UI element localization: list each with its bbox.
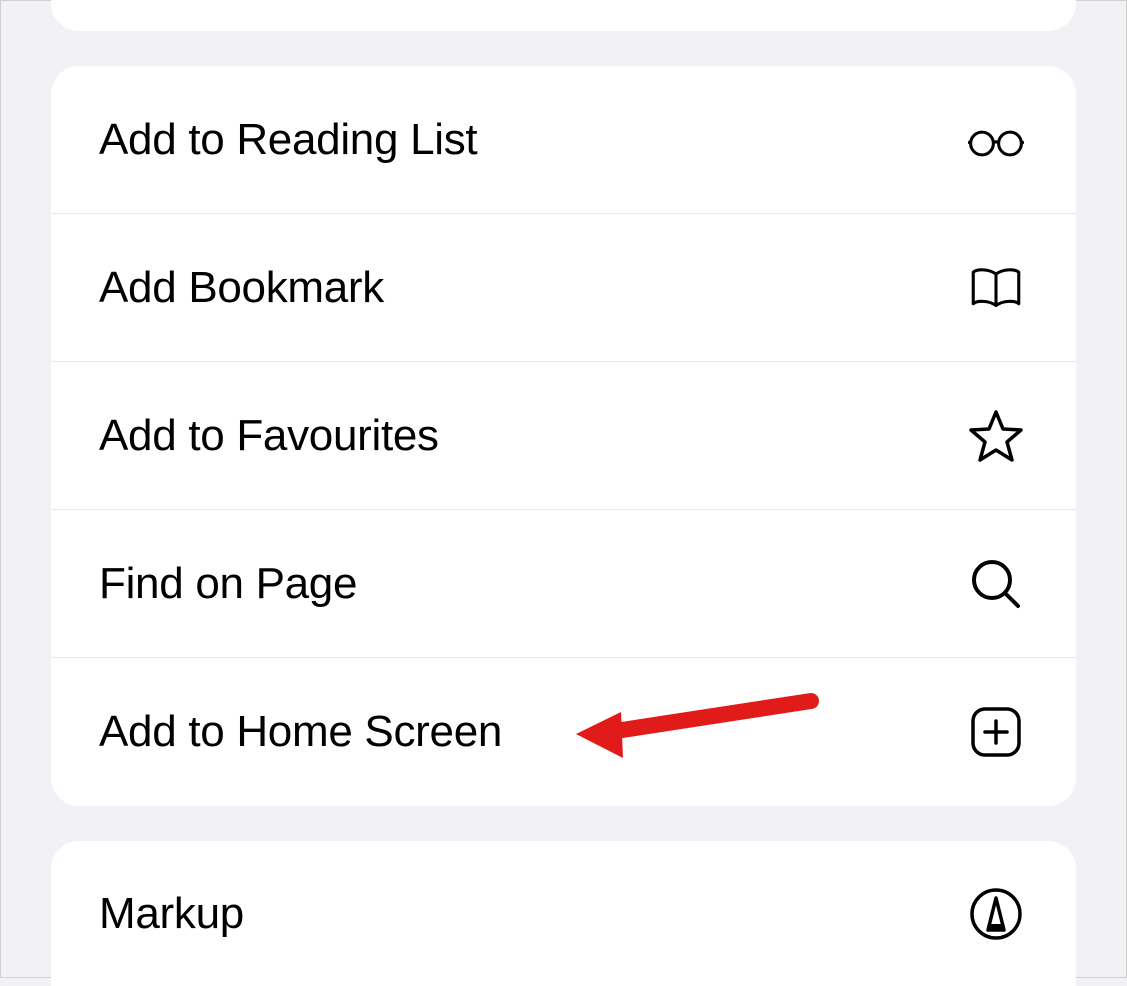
add-to-favourites-item[interactable]: Add to Favourites (51, 362, 1076, 510)
markup-icon (964, 882, 1028, 946)
add-bookmark-item[interactable]: Add Bookmark (51, 214, 1076, 362)
find-on-page-label: Find on Page (99, 559, 357, 609)
markup-label: Markup (99, 889, 244, 939)
add-bookmark-label: Add Bookmark (99, 263, 384, 313)
menu-section-above (51, 0, 1076, 31)
star-icon (964, 404, 1028, 468)
add-to-reading-list-item[interactable]: Add to Reading List (51, 66, 1076, 214)
add-to-home-screen-item[interactable]: Add to Home Screen (51, 658, 1076, 806)
book-icon (964, 256, 1028, 320)
add-to-favourites-label: Add to Favourites (99, 411, 439, 461)
plus-app-icon (964, 700, 1028, 764)
menu-section-bottom: Markup (51, 841, 1076, 986)
find-on-page-item[interactable]: Find on Page (51, 510, 1076, 658)
menu-section-main: Add to Reading List Add Bookmark Add to … (51, 66, 1076, 806)
add-to-home-screen-label: Add to Home Screen (99, 707, 502, 757)
add-to-reading-list-label: Add to Reading List (99, 115, 477, 165)
search-icon (964, 552, 1028, 616)
markup-item[interactable]: Markup (51, 841, 1076, 986)
glasses-icon (964, 108, 1028, 172)
